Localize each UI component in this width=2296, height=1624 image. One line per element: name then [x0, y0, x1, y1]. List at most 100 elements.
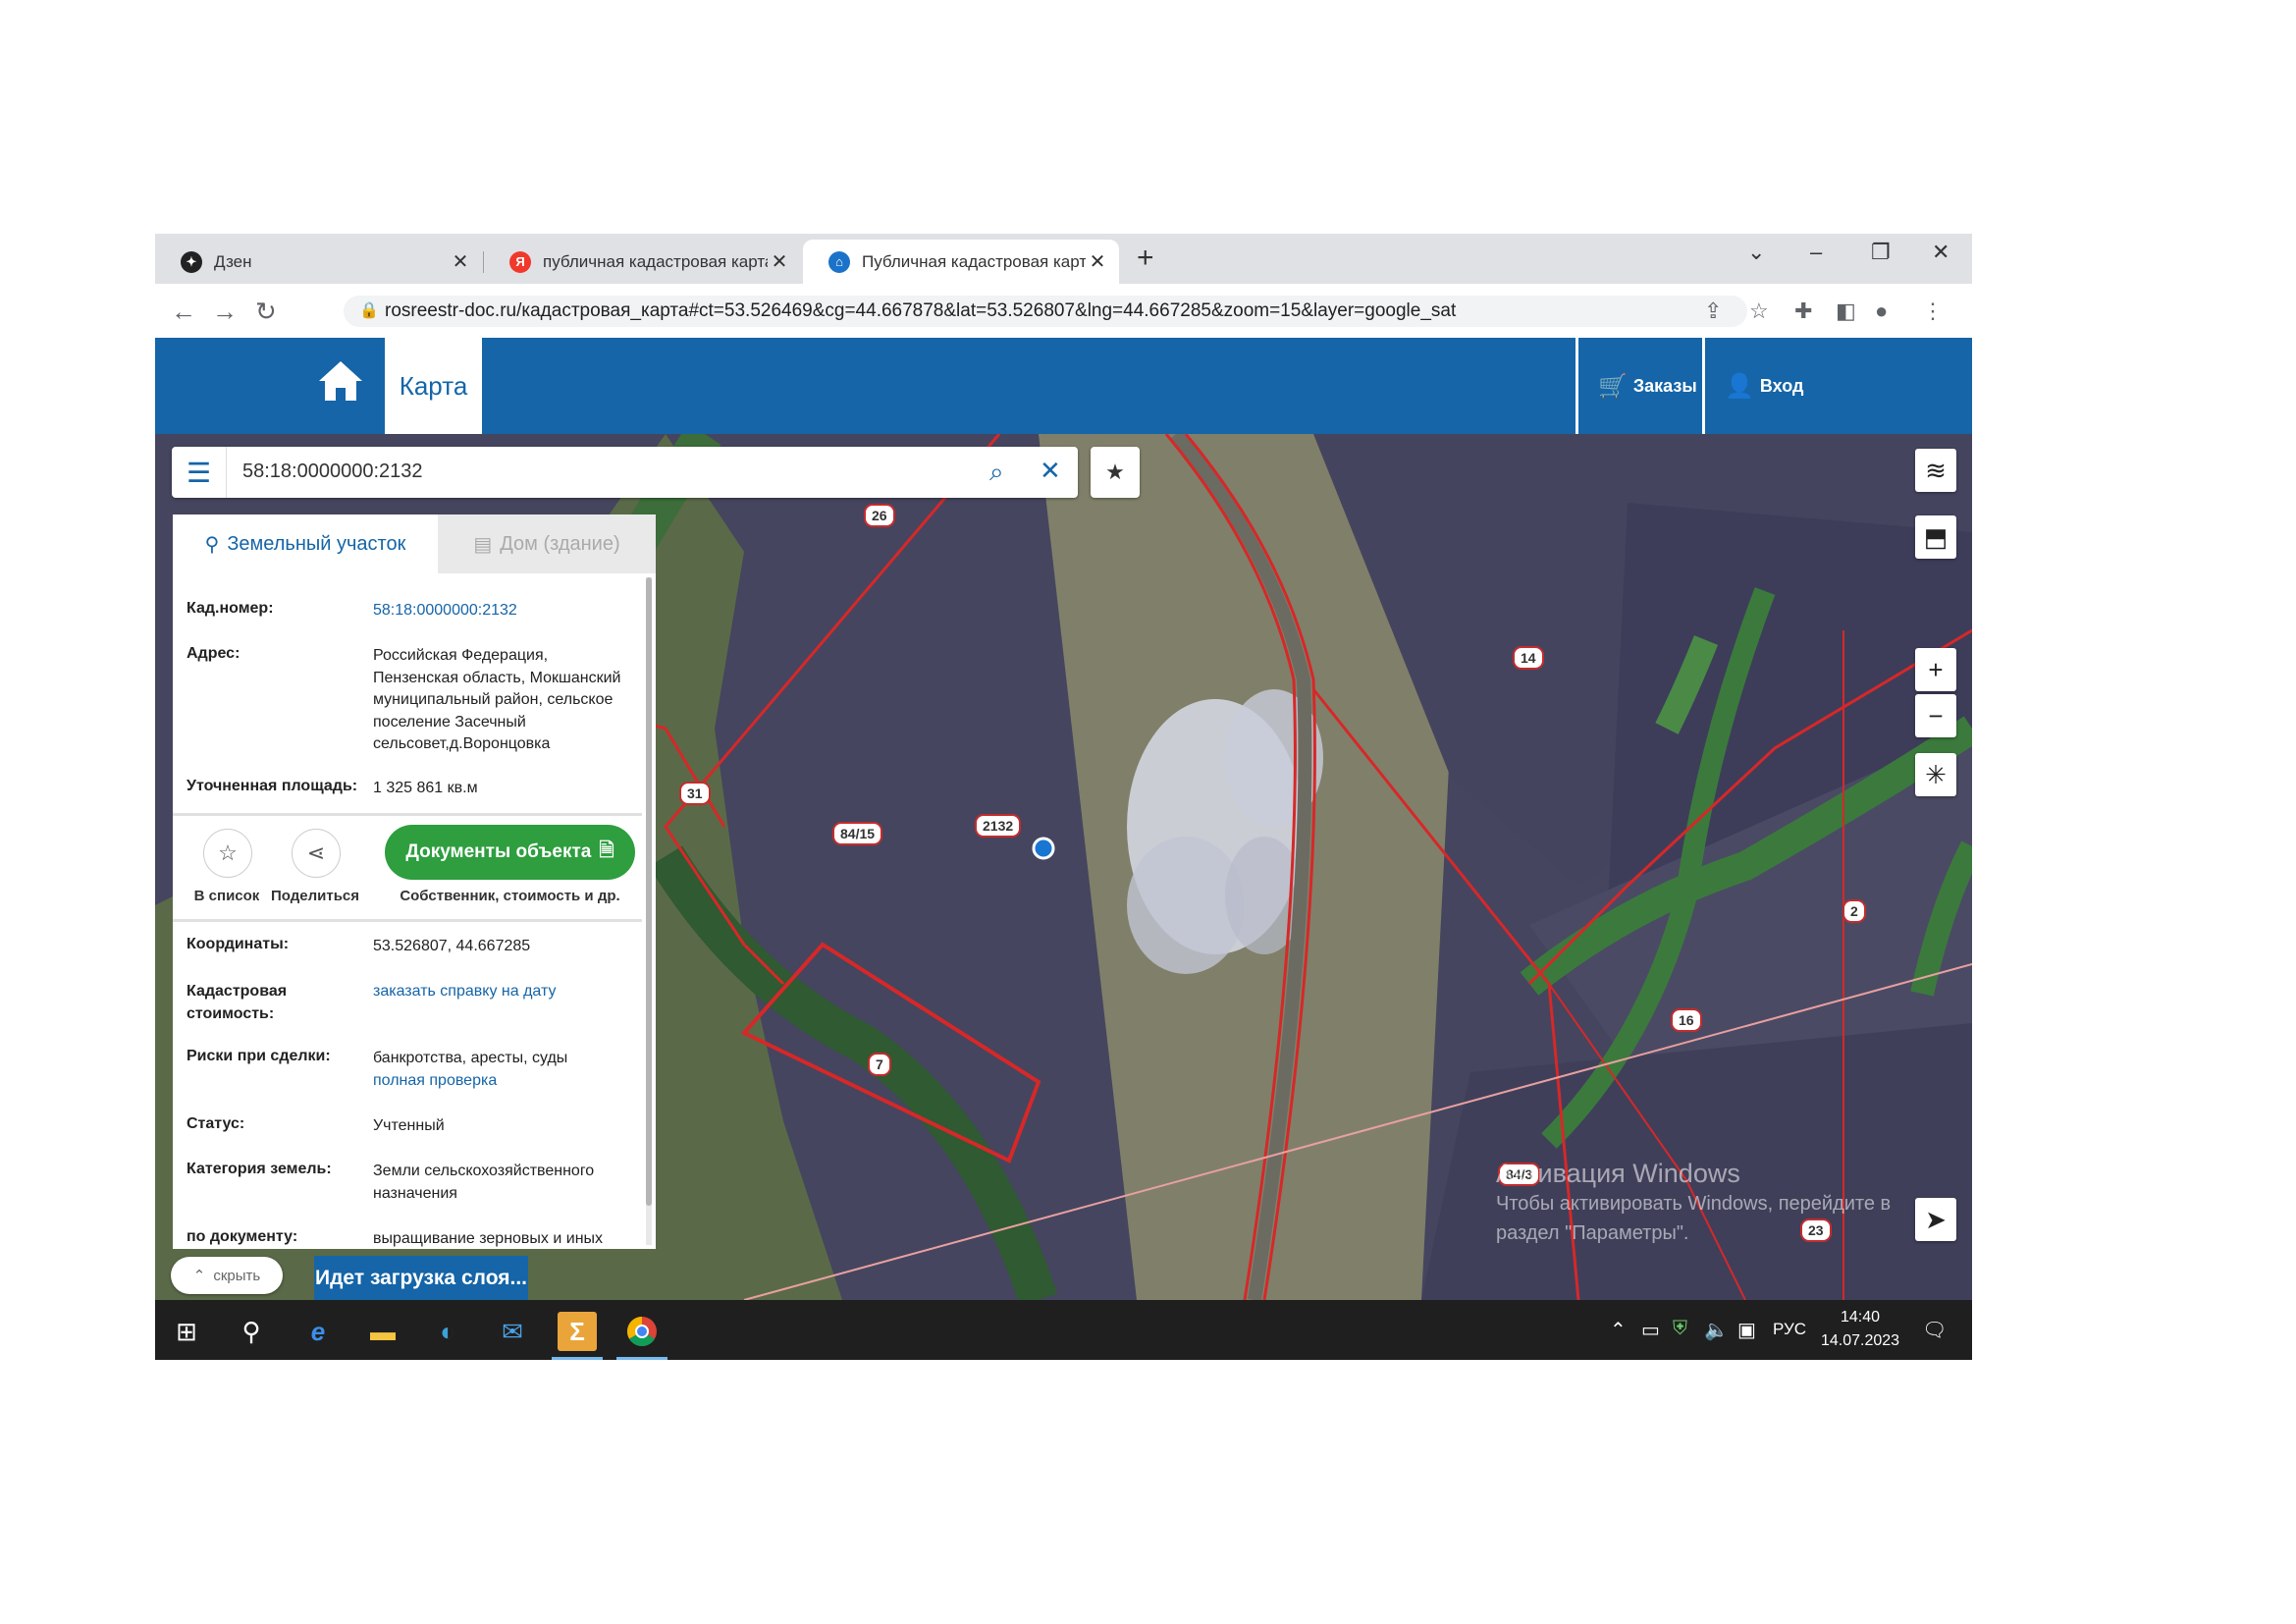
site-header: Карта 🛒 Заказы 👤 Вход	[155, 338, 1972, 434]
favorites-button[interactable]: ★	[1091, 447, 1140, 498]
user-icon: 👤	[1725, 372, 1754, 400]
address-label: Адрес:	[187, 645, 240, 662]
location-marker[interactable]	[1032, 837, 1055, 860]
share-icon: ⋖	[306, 840, 326, 865]
notifications-icon[interactable]: 🗨	[1922, 1318, 1947, 1342]
volume-icon[interactable]: 🔈	[1704, 1318, 1729, 1342]
login-button[interactable]: 👤 Вход	[1702, 338, 1823, 434]
edge-icon[interactable]: ◐	[428, 1312, 467, 1351]
security-icon[interactable]: ⛨	[1673, 1318, 1687, 1340]
side-panel-icon[interactable]: ◧	[1836, 298, 1856, 324]
land-category-value: Земли сельскохозяйственного назначения	[373, 1163, 595, 1202]
show-hidden-icons[interactable]: ⌃	[1610, 1318, 1627, 1342]
zoom-in-button[interactable]: +	[1915, 648, 1956, 691]
tab-land-plot[interactable]: ⚲ Земельный участок	[173, 514, 438, 573]
profile-icon[interactable]: ●	[1875, 298, 1888, 324]
yandex-icon: Я	[509, 250, 531, 273]
search-icon[interactable]: ⌕	[989, 457, 1004, 488]
dzen-icon: ✦	[181, 250, 202, 273]
mail-icon[interactable]: ✉	[493, 1312, 532, 1351]
risks-label: Риски при сделки:	[187, 1048, 331, 1064]
device-icon[interactable]: ▭	[1641, 1318, 1660, 1342]
menu-icon[interactable]: ☰	[172, 447, 227, 498]
cadastral-cost-label: Кадастровая стоимость:	[187, 983, 288, 1022]
add-to-list-button[interactable]: ☆	[203, 829, 252, 878]
clear-search-icon[interactable]: ✕	[1040, 456, 1061, 486]
hide-panel-button[interactable]: ⌃ скрыть	[171, 1257, 283, 1294]
tab-title: Дзен	[214, 251, 252, 271]
parcel-label[interactable]: 26	[864, 504, 895, 527]
browser-menu-icon[interactable]: ⋮	[1922, 298, 1944, 324]
star-outline-icon: ☆	[218, 840, 238, 865]
lock-icon[interactable]: 🔒	[359, 300, 379, 320]
address-bar[interactable]: 🔒 rosreestr-doc.ru/кадастровая_карта#ct=…	[344, 296, 1747, 327]
minimize-icon[interactable]: –	[1810, 240, 1822, 265]
language-indicator[interactable]: РУС	[1773, 1320, 1806, 1339]
windows-start-icon[interactable]: ⊞	[167, 1312, 206, 1351]
login-label: Вход	[1759, 375, 1804, 396]
restore-icon[interactable]: ❐	[1871, 240, 1891, 265]
extensions-icon[interactable]: ✚	[1794, 298, 1812, 324]
file-explorer-icon[interactable]: ▬	[363, 1312, 402, 1351]
back-icon[interactable]: ←	[171, 297, 196, 327]
parcel-label[interactable]: 16	[1671, 1008, 1702, 1032]
parcel-label[interactable]: 2	[1842, 899, 1866, 923]
close-tab-icon[interactable]: ✕	[768, 249, 791, 274]
url-text: rosreestr-doc.ru/кадастровая_карта#ct=53…	[385, 300, 1457, 321]
cart-icon: 🛒	[1598, 372, 1628, 400]
orders-button[interactable]: 🛒 Заказы	[1575, 338, 1702, 434]
tab-land-label: Земельный участок	[227, 532, 406, 555]
parcel-label[interactable]: 2132	[975, 814, 1022, 838]
parcel-label[interactable]: 14	[1513, 646, 1544, 670]
chevron-up-icon: ⌃	[192, 1268, 206, 1284]
search-icon[interactable]: ⚲	[232, 1312, 271, 1351]
windows-taskbar: ⊞ ⚲ e ▬ ◐ ✉ Σ ⌃ ▭ ⛨ 🔈 ▣ РУС 14:40 14.07.…	[155, 1300, 1972, 1360]
search-input[interactable]: 58:18:0000000:2132	[242, 460, 423, 483]
parcel-label[interactable]: 31	[679, 782, 711, 805]
close-tab-icon[interactable]: ✕	[449, 249, 472, 274]
close-window-icon[interactable]: ✕	[1932, 240, 1949, 265]
tab-building[interactable]: ▤ Дом (здание)	[438, 514, 656, 573]
new-tab-button[interactable]: +	[1137, 242, 1154, 275]
browser-tab-strip: ✦ Дзен ✕ Я публичная кадастровая карта р…	[155, 234, 1972, 284]
bookmark-star-icon[interactable]: ☆	[1749, 298, 1769, 324]
land-plot-icon: ⚲	[204, 533, 220, 556]
layers-icon[interactable]: ≋	[1915, 449, 1956, 492]
share-page-icon[interactable]: ⇪	[1704, 298, 1722, 324]
forward-icon[interactable]: →	[212, 297, 238, 327]
measure-icon[interactable]: ⬒	[1915, 515, 1956, 559]
order-certificate-link[interactable]: заказать справку на дату	[373, 981, 628, 1003]
panel-scrollbar[interactable]	[646, 577, 652, 1245]
cadastral-number-label: Кад.номер:	[187, 600, 274, 617]
sum-app-icon[interactable]: Σ	[558, 1312, 597, 1351]
full-check-link[interactable]: полная проверка	[373, 1070, 628, 1093]
browser-tab-dzen[interactable]: ✦ Дзен ✕	[155, 240, 482, 284]
clock-date: 14.07.2023	[1820, 1332, 1900, 1349]
browser-tab-rosreestr[interactable]: ⌂ Публичная кадастровая карта 2 ✕	[803, 240, 1119, 284]
object-documents-button[interactable]: Документы объекта 🗎	[385, 825, 635, 880]
parcel-label[interactable]: 7	[868, 1053, 891, 1076]
network-icon[interactable]: ▣	[1737, 1318, 1756, 1342]
loading-spinner-icon[interactable]: ✳	[1915, 753, 1956, 796]
internet-explorer-icon[interactable]: e	[298, 1312, 338, 1351]
area-label: Уточненная площадь:	[187, 778, 358, 794]
chrome-icon[interactable]	[622, 1312, 662, 1351]
tab-building-label: Дом (здание)	[500, 532, 620, 555]
parcel-label[interactable]: 84/15	[832, 822, 883, 845]
browser-tab-yandex[interactable]: Я публичная кадастровая карта р ✕	[484, 240, 801, 284]
loading-status: Идет загрузка слоя...	[314, 1256, 528, 1300]
share-button[interactable]: ⋖	[292, 829, 341, 878]
cadastral-number-link[interactable]: 58:18:0000000:2132	[373, 600, 628, 623]
tab-search-icon[interactable]: ⌄	[1747, 240, 1765, 265]
tab-title: Публичная кадастровая карта 2	[862, 251, 1086, 271]
status-label: Статус:	[187, 1115, 245, 1132]
close-tab-icon[interactable]: ✕	[1086, 249, 1109, 274]
home-icon[interactable]	[317, 359, 364, 411]
nav-map-tab[interactable]: Карта	[385, 338, 482, 434]
zoom-out-button[interactable]: −	[1915, 694, 1956, 737]
share-label: Поделиться	[270, 888, 360, 904]
clock-time: 14:40	[1840, 1309, 1881, 1326]
system-clock[interactable]: 14:40 14.07.2023	[1816, 1306, 1904, 1353]
map-view[interactable]: ☰ 58:18:0000000:2132 ⌕ ✕ ★ ⚲ Земельный у…	[155, 434, 1972, 1300]
reload-icon[interactable]: ↻	[255, 297, 277, 327]
